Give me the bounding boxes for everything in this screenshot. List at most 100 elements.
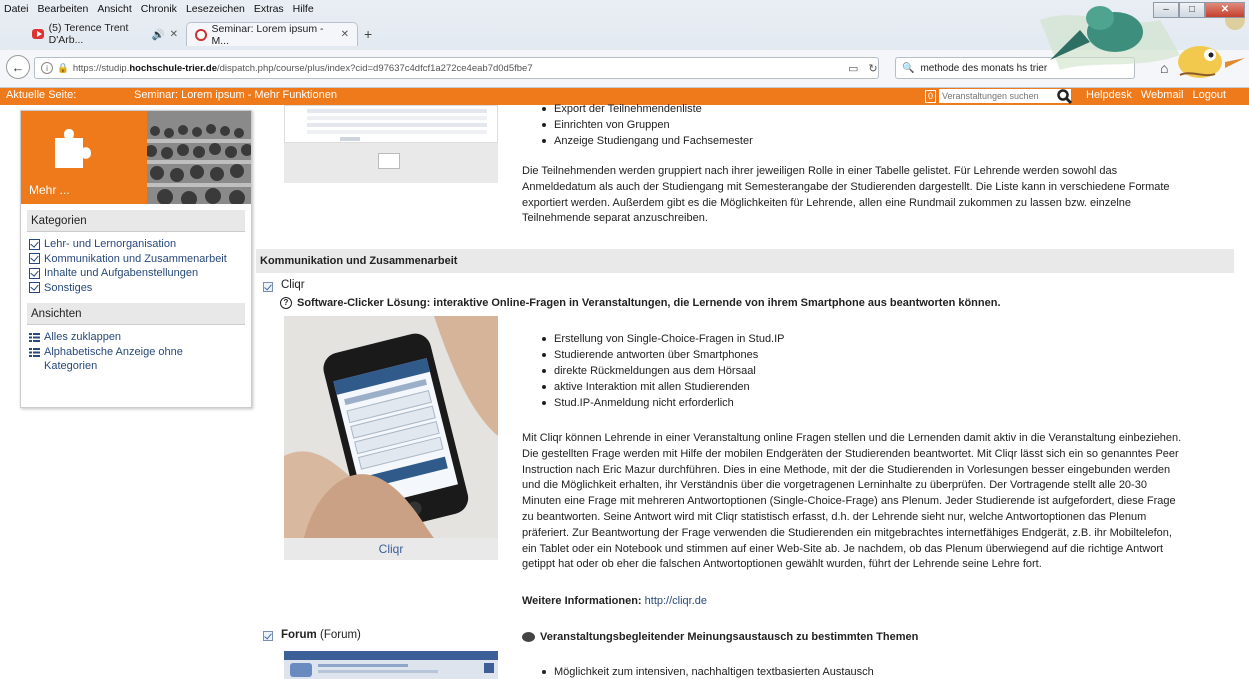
url-text: https://studip.hochschule-trier.de/dispa… xyxy=(72,62,533,74)
mehr-label: Mehr ... xyxy=(29,183,70,197)
table-preview-image xyxy=(307,109,487,141)
forum-subtitle: Veranstaltungsbegleitender Meinungsausta… xyxy=(522,631,918,643)
tab-label: (5) Terence Trent D'Arb... xyxy=(48,22,129,46)
url-actions: ▭ ↻ xyxy=(848,57,878,79)
reload-icon[interactable]: ↻ xyxy=(868,62,877,75)
top-links: Helpdesk Webmail Logout xyxy=(1086,89,1226,101)
categories-list: Lehr- und Lernorganisation Kommunikation… xyxy=(29,237,243,295)
category-lehr[interactable]: Lehr- und Lernorganisation xyxy=(29,237,243,252)
cliqr-bullets: Erstellung von Single-Choice-Fragen in S… xyxy=(538,331,785,411)
helpdesk-link[interactable]: Helpdesk xyxy=(1086,89,1132,101)
speaker-icon: 🔊 xyxy=(151,28,165,41)
forum-bullets: Möglichkeit zum intensiven, nachhaltigen… xyxy=(538,664,874,679)
puzzle-icon xyxy=(55,129,91,168)
section-header: Kommunikation und Zusammenarbeit xyxy=(256,249,1234,273)
close-tab-icon[interactable]: ✕ xyxy=(341,29,349,40)
forum-checkbox[interactable] xyxy=(263,631,273,641)
cliqr-subtitle: ? Software-Clicker Lösung: interaktive O… xyxy=(280,297,1001,309)
cliqr-description: Mit Cliqr können Lehrende in einer Veran… xyxy=(522,432,1182,571)
checkbox-icon[interactable] xyxy=(29,253,40,265)
menu-extras[interactable]: Extras xyxy=(254,3,284,15)
view-alphabetical[interactable]: Alphabetische Anzeige ohne Kategorien xyxy=(29,345,243,374)
phone-image xyxy=(284,316,498,538)
bullet-item: Anzeige Studiengang und Fachsemester xyxy=(538,133,753,149)
course-search: 0 xyxy=(925,89,1071,103)
close-tab-icon[interactable]: ✕ xyxy=(170,29,178,40)
speech-bubble-icon xyxy=(522,632,535,642)
menu-bearbeiten[interactable]: Bearbeiten xyxy=(38,3,89,15)
breadcrumb[interactable]: Seminar: Lorem ipsum - Mehr Funktionen xyxy=(134,89,337,101)
checkbox-icon[interactable] xyxy=(29,282,40,294)
mini-preview xyxy=(378,153,400,169)
youtube-icon xyxy=(32,29,44,39)
bullet-item: Einrichten von Gruppen xyxy=(538,117,753,133)
participants-description: Die Teilnehmenden werden gruppiert nach … xyxy=(522,165,1170,225)
tab-youtube[interactable]: (5) Terence Trent D'Arb... 🔊 ✕ xyxy=(24,22,186,46)
tab-seminar[interactable]: Seminar: Lorem ipsum - M... ✕ xyxy=(186,22,358,47)
search-icon: 🔍 xyxy=(902,62,915,74)
category-kommunikation[interactable]: Kommunikation und Zusammenarbeit xyxy=(29,252,243,267)
category-inhalte[interactable]: Inhalte und Aufgabenstellungen xyxy=(29,266,243,281)
sidebar: Mehr ... Kategorien Lehr- und Lernorgani… xyxy=(20,110,252,408)
back-button[interactable]: ← xyxy=(6,55,30,79)
views-heading: Ansichten xyxy=(27,303,245,325)
cliqr-photo xyxy=(284,316,498,538)
minimize-button[interactable]: – xyxy=(1153,2,1179,18)
notification-badge[interactable]: 0 xyxy=(925,89,936,103)
sidebar-image: Mehr ... xyxy=(21,111,251,204)
bullet-item: Erstellung von Single-Choice-Fragen in S… xyxy=(538,331,785,347)
menu-ansicht[interactable]: Ansicht xyxy=(97,3,131,15)
url-bar[interactable]: i 🔒 https://studip.hochschule-trier.de/d… xyxy=(34,57,879,79)
close-window-button[interactable]: ✕ xyxy=(1205,2,1245,18)
studip-favicon xyxy=(195,28,207,41)
bullet-item: direkte Rückmeldungen aus dem Hörsaal xyxy=(538,363,785,379)
list-icon xyxy=(29,332,40,342)
checkbox-icon[interactable] xyxy=(29,267,40,279)
forum-title: Forum (Forum) xyxy=(281,629,361,641)
menu-hilfe[interactable]: Hilfe xyxy=(293,3,314,15)
more-functions-tile: Mehr ... xyxy=(21,111,147,204)
categories-heading: Kategorien xyxy=(27,210,245,232)
forum-screenshot xyxy=(284,651,498,679)
bullet-item: Export der Teilnehmendenliste xyxy=(538,101,753,117)
participants-screenshot xyxy=(284,105,498,143)
maximize-button[interactable]: □ xyxy=(1179,2,1205,18)
more-info: Weitere Informationen: http://cliqr.de xyxy=(522,595,707,607)
logout-link[interactable]: Logout xyxy=(1192,89,1226,101)
reader-icon[interactable]: ▭ xyxy=(848,62,858,75)
thumbnail-caption-bar xyxy=(284,143,498,183)
bullet-item: aktive Interaktion mit allen Studierende… xyxy=(538,379,785,395)
info-icon[interactable]: i xyxy=(41,62,53,74)
top-bullets: Export der Teilnehmendenliste Einrichten… xyxy=(538,101,753,149)
more-info-label: Weitere Informationen: xyxy=(522,595,642,607)
category-sonstiges[interactable]: Sonstiges xyxy=(29,281,243,296)
cliqr-link[interactable]: http://cliqr.de xyxy=(645,595,707,607)
views-list: Alles zuklappen Alphabetische Anzeige oh… xyxy=(29,330,243,374)
list-icon xyxy=(29,347,40,357)
cliqr-title: Cliqr xyxy=(281,279,305,291)
bullet-item: Möglichkeit zum intensiven, nachhaltigen… xyxy=(538,664,874,679)
view-collapse-all[interactable]: Alles zuklappen xyxy=(29,330,243,345)
cliqr-caption[interactable]: Cliqr xyxy=(284,538,498,560)
menu-chronik[interactable]: Chronik xyxy=(141,3,177,15)
menu-lesezeichen[interactable]: Lesezeichen xyxy=(186,3,245,15)
help-icon: ? xyxy=(280,297,292,309)
webmail-link[interactable]: Webmail xyxy=(1141,89,1184,101)
window-controls: – □ ✕ xyxy=(1153,2,1245,18)
menu-datei[interactable]: Datei xyxy=(4,3,29,15)
bullet-item: Stud.IP-Anmeldung nicht erforderlich xyxy=(538,395,785,411)
forum-preview-image xyxy=(284,651,498,677)
menu-bar: Datei Bearbeiten Ansicht Chronik Lesezei… xyxy=(4,3,314,15)
bullet-item: Studierende antworten über Smartphones xyxy=(538,347,785,363)
tab-label: Seminar: Lorem ipsum - M... xyxy=(211,22,324,47)
lecture-hall-photo xyxy=(147,111,251,204)
checkbox-icon[interactable] xyxy=(29,238,40,250)
course-search-input[interactable] xyxy=(939,89,1071,103)
new-tab-icon[interactable]: + xyxy=(364,26,372,42)
current-page-label: Aktuelle Seite: xyxy=(6,89,77,101)
browser-chrome: Datei Bearbeiten Ansicht Chronik Lesezei… xyxy=(0,0,1249,88)
search-icon[interactable] xyxy=(1056,88,1073,105)
cliqr-checkbox[interactable] xyxy=(263,282,273,292)
search-value: methode des monats hs trier xyxy=(920,62,1048,74)
lock-icon: 🔒 xyxy=(57,62,69,74)
